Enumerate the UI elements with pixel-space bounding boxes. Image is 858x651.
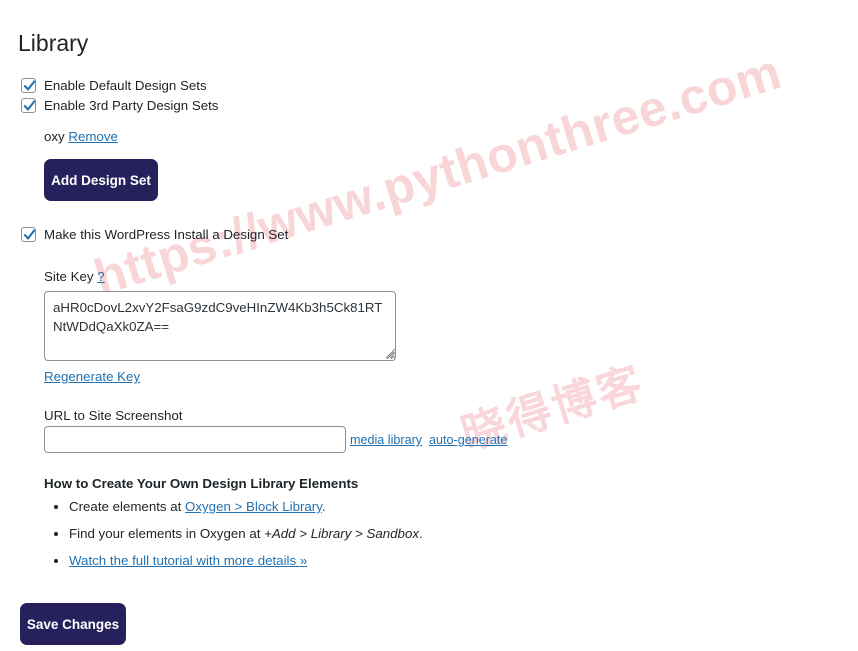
howto-item-2-path: +Add > Library > Sandbox: [264, 526, 419, 541]
screenshot-url-input[interactable]: [44, 426, 346, 453]
checkbox-enable-default-design-sets[interactable]: [21, 78, 36, 93]
checkbox-enable-3rd-party-design-sets[interactable]: [21, 98, 36, 113]
regenerate-key-link[interactable]: Regenerate Key: [44, 369, 140, 384]
remove-design-set-link[interactable]: Remove: [68, 129, 118, 144]
design-set-name: oxy: [44, 129, 65, 144]
howto-section-title: How to Create Your Own Design Library El…: [44, 476, 359, 491]
library-settings-page: https://www.pythonthree.com 晓得博客 Library…: [0, 0, 858, 651]
howto-item-1-suffix: .: [321, 499, 326, 514]
option-label-enable-3rd-party-design-sets: Enable 3rd Party Design Sets: [44, 98, 219, 113]
list-item: Create elements at Oxygen > Block Librar…: [69, 498, 423, 515]
list-item: Watch the full tutorial with more detail…: [69, 552, 423, 569]
howto-item-1-prefix: Create elements at: [69, 499, 186, 514]
site-key-textarea[interactable]: aHR0cDovL2xvY2FsaG9zdC9veHInZW4Kb3h5Ck81…: [44, 291, 396, 361]
checkbox-make-design-set[interactable]: [21, 227, 36, 242]
screenshot-url-label: URL to Site Screenshot: [44, 408, 183, 423]
save-changes-button[interactable]: Save Changes: [20, 603, 126, 645]
site-key-label-text: Site Key: [44, 269, 94, 284]
howto-item-2-prefix: Find your elements in Oxygen at: [69, 526, 265, 541]
option-make-design-set[interactable]: Make this WordPress Install a Design Set: [21, 227, 288, 243]
list-item: Find your elements in Oxygen at +Add > L…: [69, 525, 423, 542]
page-title: Library: [18, 30, 89, 56]
add-design-set-button[interactable]: Add Design Set: [44, 159, 158, 201]
site-key-help-link[interactable]: ?: [97, 269, 104, 284]
auto-generate-link[interactable]: auto-generate: [429, 433, 507, 447]
oxygen-block-library-link[interactable]: Oxygen > Block Library: [185, 499, 322, 514]
option-enable-default-design-sets[interactable]: Enable Default Design Sets: [21, 78, 207, 94]
option-label-enable-default-design-sets: Enable Default Design Sets: [44, 78, 207, 93]
check-icon: [23, 100, 36, 112]
media-library-link[interactable]: media library: [350, 433, 422, 447]
site-key-label: Site Key ?: [44, 269, 105, 284]
option-enable-3rd-party-design-sets[interactable]: Enable 3rd Party Design Sets: [21, 98, 218, 114]
watch-tutorial-link[interactable]: Watch the full tutorial with more detail…: [69, 553, 307, 568]
howto-item-2-suffix: .: [419, 526, 423, 541]
check-icon: [23, 80, 36, 92]
check-icon: [23, 229, 36, 241]
third-party-design-set-row: oxy Remove: [44, 129, 118, 144]
howto-list: Create elements at Oxygen > Block Librar…: [44, 498, 423, 579]
option-label-make-design-set: Make this WordPress Install a Design Set: [44, 227, 289, 242]
